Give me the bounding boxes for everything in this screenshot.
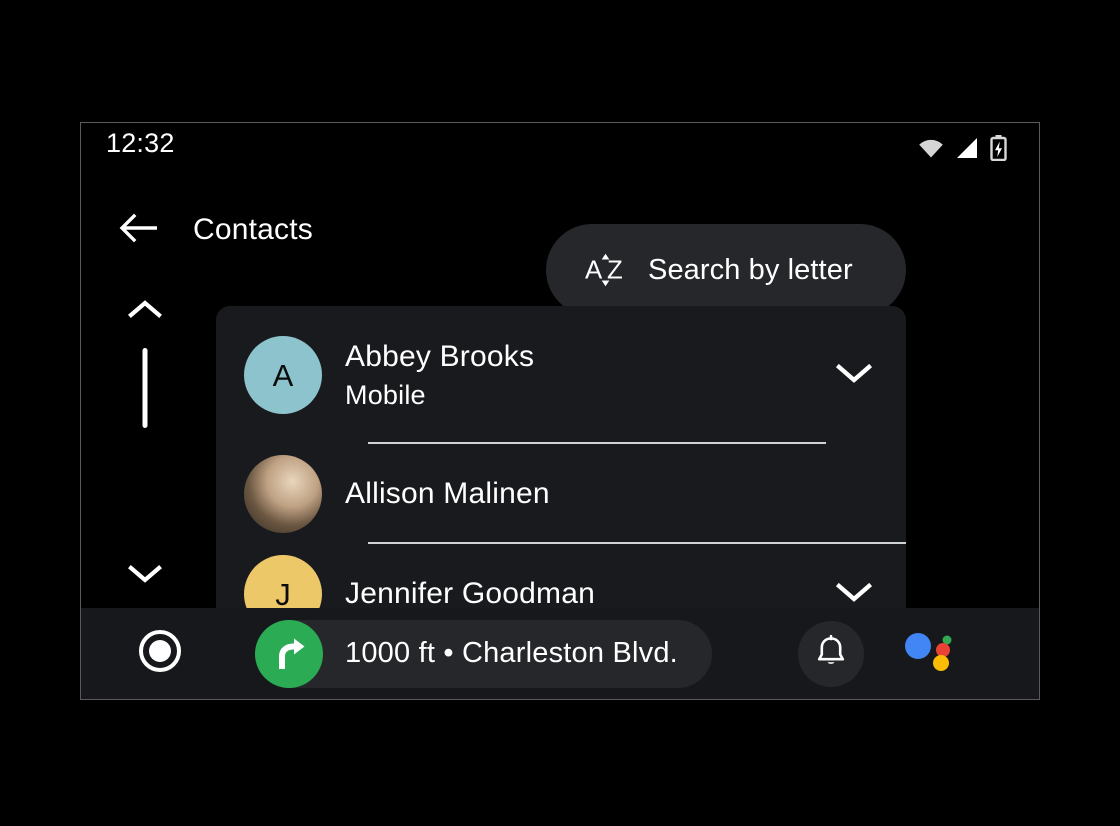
avatar-initial: A [272, 357, 294, 393]
chevron-down-icon [835, 361, 873, 390]
expand-contact-button[interactable] [826, 361, 882, 390]
car-display-screen: 12:32 Contacts A Z Search by letter A Ab… [80, 122, 1040, 700]
status-bar: 12:32 [81, 123, 1039, 171]
google-assistant-button[interactable] [899, 624, 959, 684]
notifications-button[interactable] [797, 620, 864, 687]
home-circle-icon [137, 628, 183, 679]
contact-name: Allison Malinen [345, 477, 550, 511]
arrow-back-icon [119, 212, 159, 249]
contact-name: Abbey Brooks [345, 340, 535, 374]
google-assistant-icon [902, 629, 956, 678]
scroll-up-button[interactable] [125, 296, 165, 326]
chevron-up-icon [128, 298, 162, 325]
contact-text-block: Allison Malinen [345, 444, 906, 544]
home-button[interactable] [136, 630, 184, 678]
contact-list-item[interactable]: A Abbey Brooks Mobile [216, 306, 906, 444]
scroll-down-button[interactable] [125, 561, 165, 591]
svg-text:Z: Z [607, 257, 623, 285]
cellular-signal-icon [955, 137, 979, 164]
avatar-photo [244, 455, 322, 533]
battery-charging-icon [990, 135, 1007, 166]
expand-contact-button[interactable] [826, 580, 882, 609]
status-clock: 12:32 [106, 128, 175, 158]
wifi-icon [918, 138, 944, 163]
bell-icon [814, 633, 848, 674]
search-by-letter-button[interactable]: A Z Search by letter [546, 224, 906, 316]
svg-text:A: A [585, 257, 603, 285]
avatar: A [244, 336, 322, 414]
contact-subtitle: Mobile [345, 379, 426, 410]
chevron-down-icon [128, 563, 162, 590]
bottom-navigation-bar: 1000 ft • Charleston Blvd. [81, 608, 1039, 699]
search-by-letter-label: Search by letter [648, 253, 853, 286]
scrollbar-thumb[interactable] [142, 348, 148, 428]
navigation-status-label: 1000 ft • Charleston Blvd. [345, 637, 678, 669]
contact-name: Jennifer Goodman [345, 577, 596, 611]
contact-list-item[interactable]: Allison Malinen [216, 444, 906, 544]
contact-text-block: Abbey Brooks Mobile [345, 306, 826, 444]
list-scrollbar[interactable] [107, 296, 183, 609]
chevron-down-icon [835, 580, 873, 609]
page-title: Contacts [193, 213, 313, 246]
navigation-status-pill[interactable]: 1000 ft • Charleston Blvd. [255, 619, 712, 688]
sort-alphabetical-icon: A Z [584, 248, 628, 292]
avatar-initial: J [275, 576, 291, 612]
back-button[interactable] [116, 207, 162, 253]
app-header: Contacts A Z Search by letter [81, 171, 1039, 316]
status-icon-group [918, 135, 1007, 166]
screenshot-root: 12:32 Contacts A Z Search by letter A Ab… [0, 0, 1120, 826]
turn-right-icon [255, 619, 323, 688]
